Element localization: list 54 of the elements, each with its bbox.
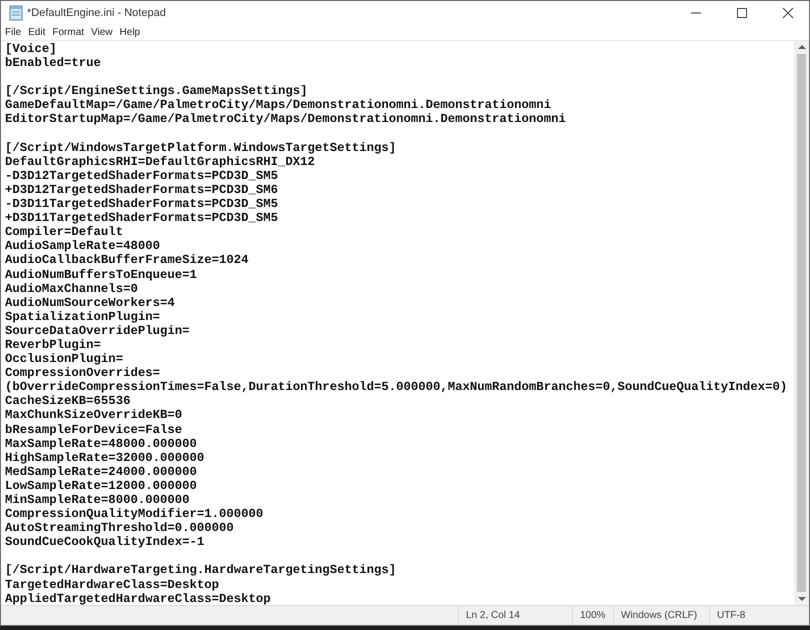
status-text: 100% [572,606,613,625]
close-icon[interactable] [782,6,794,18]
text-line: [/Script/HardwareTargeting.HardwareTargetingSettings] [5,563,396,578]
text-line: EditorStartupMap=/Game/PalmetroCity/Maps/Demonstrationomni.Demonstrationomni [5,112,566,127]
scroll-down-icon[interactable] [798,596,806,602]
text-line: -D3D11TargetedShaderFormats=PCD3D_SM5 [5,197,278,212]
text-line: GameDefaultMap=/Game/PalmetroCity/Maps/Demonstrationomni.Demonstrationomni [5,98,552,112]
text-line: CacheSizeKB=65536 [5,394,130,408]
text-line: AudioSampleRate=48000 [5,239,160,254]
text-line: [/Script/EngineSettings.GameMapsSettings] [5,84,308,98]
menu-item[interactable]: Edit [28,26,46,38]
status-text: Windows (CRLF) [613,606,709,625]
menu-item[interactable]: Format [52,26,84,38]
text-line: [Voice] [5,42,57,56]
text-line: MaxSampleRate=48000.000000 [5,436,197,451]
text-line: bEnabled=true [5,56,101,70]
menu-item[interactable]: Help [120,26,140,38]
text-line: (bOverrideCompressionTimes=False,DurationThreshold=5.000000,MaxNumRandomBranches=0,SoundCueQualityIndex=0) [5,380,788,394]
text-line: MaxChunkSizeOverrideKB=0 [5,408,182,423]
text-line: LowSampleRate=12000.000000 [5,478,197,493]
scroll-up-icon[interactable] [798,44,806,50]
text-line: CompressionQualityModifier=1.000000 [5,507,264,522]
text-line: Compiler=Default [5,225,124,240]
text-line: OcclusionPlugin= [5,352,124,366]
text-line: MedSampleRate=24000.000000 [5,464,197,479]
text-line: +D3D12TargetedShaderFormats=PCD3D_SM6 [5,182,278,198]
text-line: AppliedTargetedHardwareClass=Desktop [5,592,271,605]
text-line: TargetedHardwareClass=Desktop [5,578,220,592]
text-line: ReverbPlugin= [5,338,101,352]
menu-item[interactable]: View [91,26,113,38]
text-line: -D3D12TargetedShaderFormats=PCD3D_SM5 [5,168,278,183]
text-line: MinSampleRate=8000.000000 [5,493,190,508]
text-line: SoundCueCookQualityIndex=-1 [5,535,204,550]
status-text: Ln 2, Col 14 [458,606,572,625]
text-line: SpatializationPlugin= [5,310,160,324]
text-line: bResampleForDevice=False [5,422,182,437]
text-line: AudioCallbackBufferFrameSize=1024 [5,253,249,268]
text-line: +D3D11TargetedShaderFormats=PCD3D_SM5 [5,211,278,226]
scroll-thumb[interactable] [797,54,806,592]
text-line: SourceDataOverridePlugin= [5,324,190,338]
text-line: DefaultGraphicsRHI=DefaultGraphicsRHI_DX12 [5,154,315,169]
status-text: UTF-8 [709,606,787,625]
window-title: *DefaultEngine.ini - Notepad [27,6,166,18]
text-line: AudioNumBuffersToEnqueue=1 [5,268,197,282]
text-line: CompressionOverrides= [5,366,160,380]
menu-item[interactable]: File [5,26,22,38]
notepad-icon [9,4,23,20]
text-line: AudioMaxChannels=0 [5,282,138,296]
vertical-scrollbar[interactable] [794,41,809,605]
text-line: HighSampleRate=32000.000000 [5,450,204,465]
text-line: AutoStreamingThreshold=0.000000 [5,521,234,536]
text-line: AudioNumSourceWorkers=4 [5,296,175,310]
maximize-icon[interactable] [736,6,748,18]
text-line: [/Script/WindowsTargetPlatform.WindowsTargetSettings] [5,140,396,155]
